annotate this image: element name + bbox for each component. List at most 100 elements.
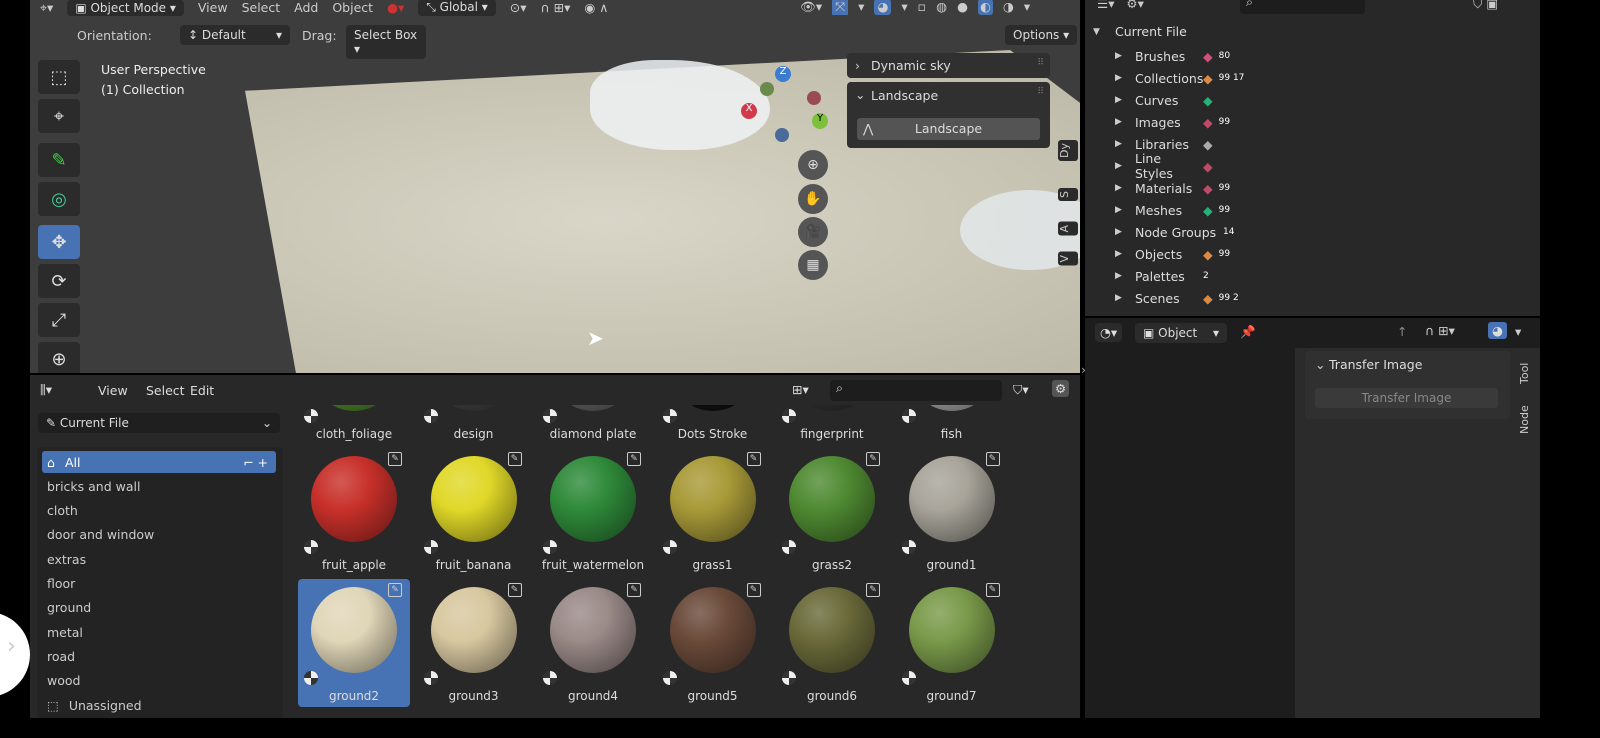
parent-node-icon[interactable]: ↑ [1397, 324, 1407, 339]
outliner-item[interactable]: ▶ Scenes ◆ 99 2 [1115, 287, 1239, 309]
asset-tile[interactable]: ✎ ground3 [418, 579, 530, 707]
object-type-dropdown[interactable]: ▣ Object ▾ [1135, 323, 1227, 343]
asset-tile[interactable]: fingerprint [776, 405, 888, 445]
proportional-edit-icon[interactable]: ◉ ∧ [584, 0, 608, 15]
scale-tool[interactable]: ⤢ [38, 303, 80, 337]
expand-icon[interactable]: ▶ [1115, 51, 1129, 61]
material-shading-icon[interactable]: ◐ [977, 0, 993, 15]
cursor-tool[interactable]: ⌖ [38, 99, 80, 133]
pivot-icon[interactable]: ⊙▾ [510, 0, 527, 15]
mode-dropdown[interactable]: ▣ Object Mode ▾ [67, 0, 184, 16]
expand-handle[interactable]: › [0, 612, 30, 697]
edit-icon[interactable]: ✎ [985, 583, 1000, 597]
outliner-root[interactable]: ▼ Current File [1093, 24, 1187, 39]
edit-icon[interactable]: ✎ [388, 452, 402, 466]
catalog-item[interactable]: floor [42, 573, 276, 595]
catalog-item[interactable]: ⌂ All ⌐ + [42, 451, 276, 473]
grid-perspective-icon[interactable]: ▦ [798, 250, 828, 280]
asset-tile[interactable]: ✎ ground5 [657, 579, 769, 707]
zoom-icon[interactable]: ⊕ [798, 150, 828, 180]
add-catalog-icon[interactable]: ⌐ + [243, 455, 268, 470]
pan-hand-icon[interactable]: ✋ [798, 184, 828, 214]
rotate-tool[interactable]: ⟳ [38, 264, 80, 298]
edit-icon[interactable]: ✎ [866, 452, 880, 466]
expand-icon[interactable]: ▶ [1115, 161, 1129, 171]
snap-icon[interactable]: ∩ ⊞▾ [541, 0, 571, 15]
menu-select[interactable]: Select [242, 0, 281, 15]
edit-icon[interactable]: ✎ [866, 583, 880, 597]
display-mode-icon[interactable]: ⊞▾ [792, 382, 809, 397]
measure-tool[interactable]: ◎ [38, 182, 80, 216]
asset-tile[interactable]: ✎ fruit_watermelon [537, 448, 649, 576]
move-tool[interactable]: ✥ [38, 225, 80, 259]
asset-search-input[interactable]: ⌕ [830, 380, 1002, 401]
gear-icon[interactable]: ⚙ [1052, 380, 1070, 397]
expand-icon[interactable]: ▶ [1115, 117, 1129, 127]
menu-view[interactable]: View [198, 0, 228, 15]
sidebar-tab-a[interactable]: A [1058, 222, 1078, 236]
xray-icon[interactable]: ▫ [918, 0, 926, 15]
gizmo-neg-x[interactable] [807, 91, 821, 105]
asset-tile[interactable]: ✎ fruit_apple [298, 448, 410, 576]
menu-object[interactable]: Object [332, 0, 373, 15]
camera-icon[interactable]: 🎥 [798, 217, 828, 247]
outliner-item[interactable]: ▶ Objects ◆ 99 [1115, 243, 1230, 265]
gizmo-neg-y[interactable] [760, 82, 774, 96]
outliner-item[interactable]: ▶ Brushes ◆ 80 [1115, 45, 1230, 67]
outliner-item[interactable]: ▶ Images ◆ 99 [1115, 111, 1230, 133]
landscape-title[interactable]: Landscape [871, 88, 938, 103]
menu-view[interactable]: View [98, 383, 128, 398]
overlay-dropdown[interactable]: ▾ [1515, 324, 1521, 339]
drag-dropdown[interactable]: Select Box ▾ [346, 25, 426, 59]
catalog-item[interactable]: door and window [42, 524, 276, 546]
gizmo-y-axis[interactable]: Y [812, 113, 828, 129]
tab-node[interactable]: Node [1518, 400, 1538, 440]
library-dropdown[interactable]: ✎ Current File ⌄ [38, 413, 280, 433]
filter-icon[interactable]: ⛉▾ [1013, 382, 1029, 398]
gizmo-z-axis[interactable]: Z [775, 66, 791, 82]
expand-icon[interactable]: ▶ [1115, 95, 1129, 105]
gizmo-x-axis[interactable]: X [741, 103, 757, 119]
snap-icon[interactable]: ∩ ⊞▾ [1425, 323, 1455, 338]
edit-icon[interactable]: ✎ [507, 452, 522, 466]
outliner-item[interactable]: ▶ Meshes ◆ 99 [1115, 199, 1230, 221]
menu-add[interactable]: Add [294, 0, 318, 15]
node-editor[interactable]: ◔▾ ▣ Object ▾ 📌 ↑ ∩ ⊞▾ ◕ ▾ › ⌄ Transfer I… [1081, 318, 1540, 718]
catalog-item[interactable]: wood [42, 670, 276, 692]
asset-tile[interactable]: ✎ ground2 [298, 579, 410, 707]
catalog-item[interactable]: road [42, 645, 276, 667]
edit-icon[interactable]: ✎ [746, 583, 761, 597]
annotate-tool[interactable]: ✎ [38, 143, 80, 177]
visibility-icon[interactable]: 👁▾ [800, 0, 822, 15]
expand-icon[interactable]: ▶ [1115, 271, 1129, 281]
outliner-item[interactable]: ▶ Palettes 2 [1115, 265, 1209, 287]
tab-tool[interactable]: Tool [1518, 353, 1538, 393]
sidebar-tab-v[interactable]: V [1058, 252, 1078, 266]
asset-tile[interactable]: ✎ ground6 [776, 579, 888, 707]
catalog-item[interactable]: metal [42, 621, 276, 643]
asset-tile[interactable]: design [418, 405, 530, 445]
asset-tile[interactable]: fish [896, 405, 1008, 445]
asset-tile[interactable]: ✎ ground1 [896, 448, 1008, 576]
transfer-image-button[interactable]: Transfer Image [1315, 388, 1498, 408]
expand-icon[interactable]: ▶ [1115, 205, 1129, 215]
transform-orientation-dropdown[interactable]: ⤡ Global ▾ [418, 0, 496, 16]
asset-tile[interactable]: ✎ fruit_banana [418, 448, 530, 576]
catalog-item[interactable]: bricks and wall [42, 475, 276, 497]
landscape-button[interactable]: ⋀ Landscape [857, 118, 1040, 140]
catalog-item[interactable]: extras [42, 548, 276, 570]
asset-tile[interactable]: diamond plate [537, 405, 649, 445]
orientation-dropdown[interactable]: ↕ Default ▾ [180, 25, 290, 45]
expand-icon[interactable]: ▶ [1115, 139, 1129, 149]
outliner-item[interactable]: ▶ Collections ◆ 99 17 [1115, 67, 1244, 89]
asset-tile[interactable]: ✎ ground4 [537, 579, 649, 707]
editor-type-icon[interactable]: ◔▾ [1095, 323, 1123, 342]
asset-tile[interactable]: Dots Stroke [657, 405, 769, 445]
asset-tile[interactable]: ✎ ground7 [896, 579, 1008, 707]
outliner-item[interactable]: ▶ Node Groups 14 [1115, 221, 1234, 243]
edit-icon[interactable]: ✎ [388, 583, 402, 597]
cursor-icon[interactable]: ⌖▾ [40, 0, 53, 16]
catalog-item[interactable]: cloth [42, 500, 276, 522]
gizmo-neg-z[interactable] [775, 128, 789, 142]
overlay-icon[interactable]: ◕ [874, 0, 892, 15]
